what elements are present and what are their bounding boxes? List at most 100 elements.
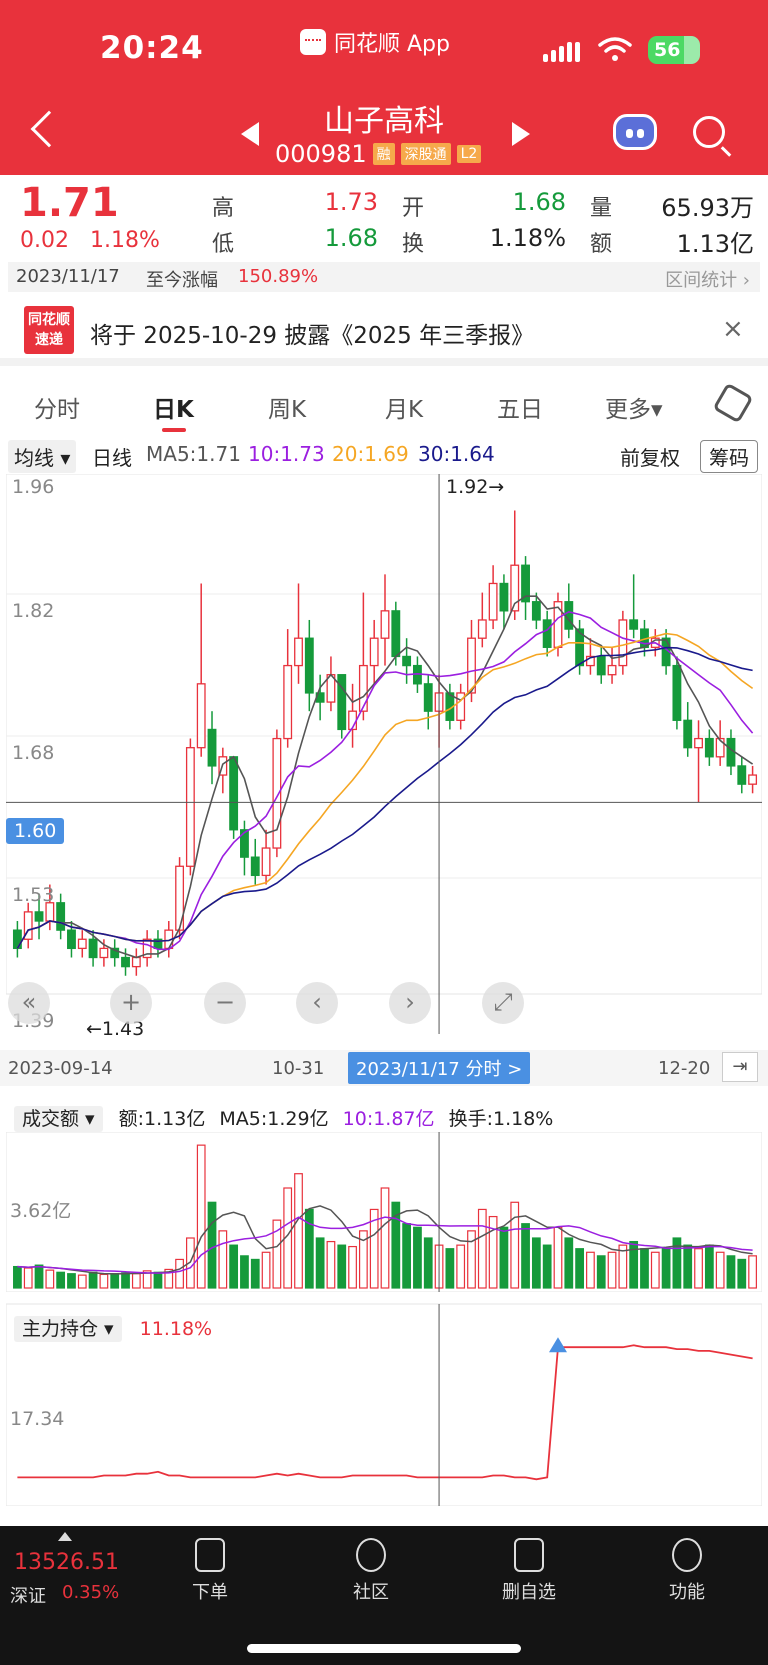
wifi-icon (598, 37, 632, 61)
open-label: 开 (402, 196, 425, 221)
volume-bar (13, 1265, 22, 1289)
volume-chart[interactable] (6, 1132, 762, 1292)
tab-more[interactable]: 更多▾ (605, 390, 663, 424)
turnover-label: 换 (402, 232, 425, 257)
expand-up-icon[interactable] (58, 1532, 72, 1541)
interval-stats-link[interactable]: 区间统计 › (665, 266, 750, 292)
nav-order[interactable]: 下单 (165, 1538, 255, 1604)
next-stock-icon[interactable] (512, 122, 530, 146)
chips-button[interactable]: 筹码 (700, 440, 758, 473)
order-doc-icon (195, 1538, 225, 1572)
nav-community[interactable]: 社区 (326, 1538, 416, 1604)
home-indicator[interactable] (247, 1644, 521, 1653)
y-label-4: 1.53 (12, 884, 55, 906)
volume-y-label: 3.62亿 (10, 1200, 72, 1222)
candle-body (553, 601, 563, 648)
interval-stats-text: 区间统计 (665, 270, 738, 291)
volume-panel-header: 成交额 ▾ 额:1.13亿 MA5:1.29亿 10:1.87亿 换手:1.18… (14, 1104, 553, 1132)
candle-body (67, 929, 76, 950)
intraday-pill-button[interactable]: 2023/11/17 分时 > (348, 1052, 531, 1084)
volume-bar (207, 1201, 217, 1289)
robot-assistant-icon[interactable] (613, 114, 657, 150)
candle-body (196, 683, 206, 749)
volume-bar (456, 1244, 466, 1289)
tab-weekly-k[interactable]: 周K (268, 390, 306, 424)
volume-bar (704, 1244, 714, 1289)
index-pct: 0.35% (62, 1582, 120, 1603)
settings-gear-icon[interactable] (712, 382, 754, 424)
status-app-label: 同花顺 App (300, 26, 450, 58)
tab-daily-k[interactable]: 日K (153, 390, 194, 424)
candle-body (683, 719, 693, 749)
amount-value: 1.13亿 (676, 230, 754, 258)
pan-left-icon[interactable]: ‹ (296, 982, 338, 1024)
candle-body (748, 774, 758, 785)
tab-monthly-k[interactable]: 月K (385, 390, 423, 424)
volume-selector[interactable]: 成交额 ▾ (14, 1106, 103, 1132)
tab-intraday[interactable]: 分时 (34, 390, 80, 424)
jump-latest-icon[interactable]: ⇥ (722, 1052, 758, 1082)
volume-bar (250, 1258, 260, 1289)
notice-logo: 同花顺 速递 (24, 306, 74, 354)
rewind-icon[interactable]: « (8, 982, 50, 1024)
change-abs: 0.02 (20, 228, 69, 253)
nav-remove-watchlist[interactable]: 删自选 (484, 1538, 574, 1604)
volume-bar (661, 1248, 671, 1289)
volume-bar (650, 1251, 660, 1289)
minus-box-icon (514, 1538, 544, 1572)
holding-chart[interactable] (6, 1300, 762, 1506)
volume-bar (413, 1226, 422, 1289)
kline-chart[interactable] (6, 474, 762, 1040)
candle-body (391, 610, 401, 658)
volume-bar (586, 1251, 595, 1289)
candle-body (423, 683, 433, 712)
volume-bar (77, 1274, 87, 1289)
holding-marker-icon (548, 1337, 567, 1353)
amount-label: 额 (590, 232, 613, 257)
volume-bar (542, 1244, 552, 1289)
adjust-mode-button[interactable]: 前复权 (620, 442, 680, 471)
index-value[interactable]: 13526.51 (14, 1550, 119, 1575)
candle-body (121, 956, 130, 968)
volume-bar (748, 1255, 757, 1289)
candle-body (250, 856, 260, 877)
bottom-nav: 13526.51 深证 0.35% 下单 社区 删自选 功能 (0, 1526, 768, 1665)
volume-bar (510, 1201, 520, 1289)
open-value: 1.68 (512, 188, 566, 216)
period-label: 日线 (92, 446, 132, 470)
candle-body (369, 637, 379, 667)
holding-y-label: 17.34 (10, 1408, 65, 1430)
candle-body (261, 847, 271, 877)
search-icon[interactable] (693, 116, 725, 148)
volume-bar (726, 1255, 736, 1289)
nav-functions[interactable]: 功能 (642, 1538, 732, 1604)
kline-frame (6, 474, 762, 995)
volume-bar (175, 1258, 184, 1289)
fullscreen-icon[interactable]: ⤢ (482, 982, 524, 1024)
tab-five-day[interactable]: 五日 (497, 390, 543, 424)
zoom-in-icon[interactable]: + (110, 982, 152, 1024)
volume-bar (34, 1264, 44, 1289)
zoom-out-icon[interactable]: − (204, 982, 246, 1024)
candle-body (726, 737, 736, 767)
ma-selector[interactable]: 均线 ▾ (8, 440, 77, 473)
date-axis: 2023-09-14 10-31 2023/11/17 分时 > 12-20 ⇥ (0, 1050, 768, 1086)
period-bar[interactable]: 2023/11/17 至今涨幅 150.89% 区间统计 › (8, 262, 760, 292)
ma20-line (16, 632, 754, 949)
candle-body (99, 947, 109, 959)
notice-banner[interactable]: 同花顺 速递 将于 2025-10-29 披露《2025 年三季报》 × (0, 300, 768, 366)
candle-body (596, 655, 606, 676)
close-icon[interactable]: × (722, 314, 744, 344)
volume-bar (196, 1144, 206, 1289)
volume-bar (477, 1208, 487, 1289)
volume-selector-label: 成交额 (22, 1108, 80, 1130)
volume-bar (153, 1271, 163, 1289)
high-label: 高 (212, 196, 235, 221)
pan-right-icon[interactable]: › (389, 982, 431, 1024)
candle-body (34, 911, 44, 922)
ma30-line (16, 646, 753, 949)
date-mid: 10-31 (272, 1058, 325, 1079)
candle-body (704, 737, 714, 758)
volume-bar (564, 1237, 574, 1289)
volume-bar (553, 1226, 563, 1289)
